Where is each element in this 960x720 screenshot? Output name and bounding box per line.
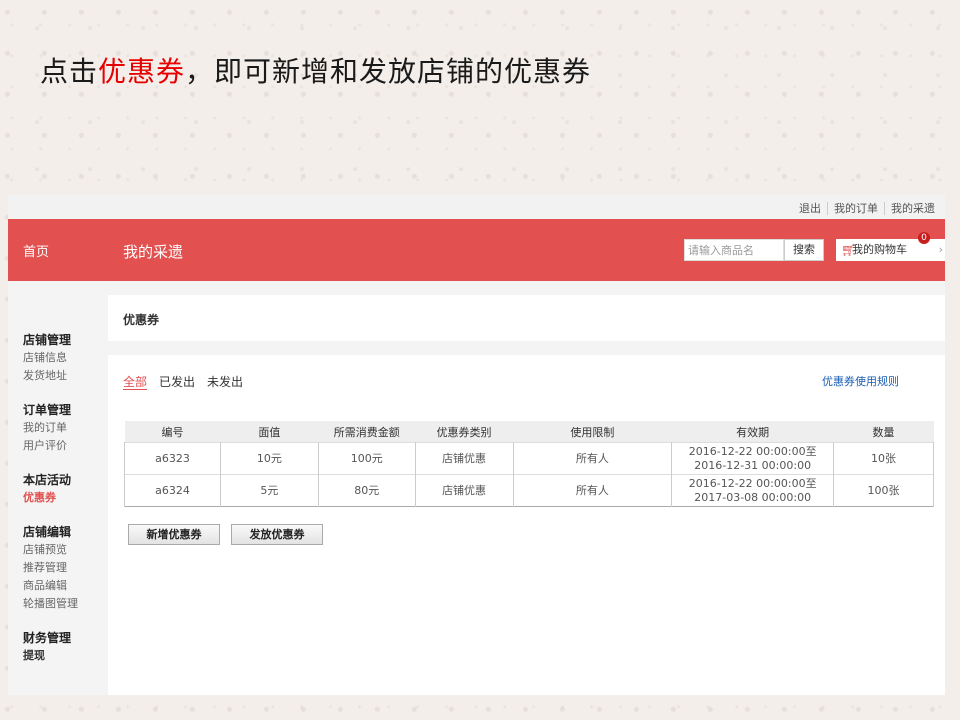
table-cell: a6323 xyxy=(124,442,221,475)
column-header: 所需消费金额 xyxy=(318,421,416,443)
tab-not-issued[interactable]: 未发出 xyxy=(207,375,243,389)
table-cell: 2016-12-22 00:00:00至2017-03-08 00:00:00 xyxy=(671,474,835,507)
table-cell: 2016-12-22 00:00:00至2016-12-31 00:00:00 xyxy=(671,442,835,475)
table-cell: 100元 xyxy=(317,442,416,475)
column-header: 编号 xyxy=(124,421,221,443)
table-cell: 所有人 xyxy=(512,474,673,507)
store-brand[interactable]: 我的采遗 xyxy=(123,241,183,262)
sidebar-group-store: 店铺管理 店铺信息 发货地址 xyxy=(23,331,71,385)
tab-issued[interactable]: 已发出 xyxy=(159,375,195,389)
column-header: 优惠券类别 xyxy=(415,421,513,443)
column-header: 数量 xyxy=(833,421,934,443)
my-store-link[interactable]: 我的采遗 xyxy=(884,202,941,215)
sidebar-group-edit: 店铺编辑 店铺预览 推荐管理 商品编辑 轮播图管理 xyxy=(23,523,78,613)
sidebar-item-product-edit[interactable]: 商品编辑 xyxy=(23,577,78,595)
sidebar-group-title: 店铺编辑 xyxy=(23,525,72,539)
search-button[interactable]: 搜索 xyxy=(784,239,824,261)
table-cell: 10元 xyxy=(219,442,319,475)
coupon-panel: 全部 已发出 未发出 优惠券使用规则 编号 面值 所需消费金额 优惠券类别 使用限制… xyxy=(108,355,945,695)
my-orders-link[interactable]: 我的订单 xyxy=(827,202,884,215)
table-row: a6323 10元 100元 店铺优惠 所有人 2016-12-22 00:00… xyxy=(124,442,934,475)
cart-count-badge: 0 xyxy=(918,232,930,244)
cart-icon: 🛒︎ xyxy=(841,243,857,257)
table-cell: 店铺优惠 xyxy=(414,474,514,507)
sidebar-item-shipping-address[interactable]: 发货地址 xyxy=(23,367,71,385)
sidebar-group-title: 本店活动 xyxy=(23,473,72,487)
table-cell: 所有人 xyxy=(512,442,673,475)
table-cell: 店铺优惠 xyxy=(414,442,514,475)
column-header: 面值 xyxy=(220,421,319,443)
cart-button[interactable]: 🛒︎ 我的购物车 0 › xyxy=(836,232,945,261)
sidebar-group-title: 店铺管理 xyxy=(23,333,72,347)
sidebar-group-title: 财务管理 xyxy=(23,631,72,645)
chevron-right-icon: › xyxy=(938,243,943,256)
table-cell: a6324 xyxy=(124,474,221,507)
sidebar-group-title: 订单管理 xyxy=(23,403,72,417)
coupon-rules-link[interactable]: 优惠券使用规则 xyxy=(822,373,899,389)
logout-link[interactable]: 退出 xyxy=(793,202,827,215)
issue-coupon-button[interactable]: 发放优惠券 xyxy=(231,524,323,545)
sidebar-group-orders: 订单管理 我的订单 用户评价 xyxy=(23,401,71,455)
column-header: 有效期 xyxy=(671,421,834,443)
sidebar-item-recommend[interactable]: 推荐管理 xyxy=(23,559,78,577)
home-link[interactable]: 首页 xyxy=(23,241,49,260)
add-coupon-button[interactable]: 新增优惠券 xyxy=(128,524,220,545)
slide-title-highlight: 优惠券 xyxy=(98,55,186,88)
sidebar-item-withdraw[interactable]: 提现 xyxy=(23,647,71,665)
table-header-row: 编号 面值 所需消费金额 优惠券类别 使用限制 有效期 数量 xyxy=(124,421,934,443)
slide-title: 点击优惠券，即可新增和发放店铺的优惠券 xyxy=(40,50,591,90)
sidebar-item-store-preview[interactable]: 店铺预览 xyxy=(23,541,78,559)
table-cell: 10张 xyxy=(833,442,934,475)
slide-title-prefix: 点击 xyxy=(40,55,99,88)
sidebar-item-coupons[interactable]: 优惠券 xyxy=(23,489,71,507)
table-cell: 5元 xyxy=(219,474,319,507)
content-header: 优惠券 xyxy=(108,295,945,341)
top-bar: 退出 我的订单 我的采遗 xyxy=(8,195,945,219)
page-title: 优惠券 xyxy=(123,313,160,327)
sidebar-item-my-orders[interactable]: 我的订单 xyxy=(23,419,71,437)
cart-label: 我的购物车 xyxy=(852,243,907,256)
slide-title-suffix: ，即可新增和发放店铺的优惠券 xyxy=(185,55,592,88)
column-header: 使用限制 xyxy=(513,421,672,443)
tab-all[interactable]: 全部 xyxy=(123,375,148,390)
coupon-tabs: 全部 已发出 未发出 xyxy=(123,373,255,390)
table-cell: 100张 xyxy=(833,474,934,507)
search-input[interactable]: 请输入商品名 xyxy=(684,239,784,261)
store-admin-screenshot: 退出 我的订单 我的采遗 首页 我的采遗 请输入商品名 搜索 🛒︎ 我的购物车 0 … xyxy=(8,195,945,695)
sidebar-item-reviews[interactable]: 用户评价 xyxy=(23,437,71,455)
sidebar-group-activities: 本店活动 优惠券 xyxy=(23,471,71,507)
sidebar: 店铺管理 店铺信息 发货地址 订单管理 我的订单 用户评价 本店活动 优惠券 店… xyxy=(8,281,108,695)
table-cell: 80元 xyxy=(317,474,416,507)
header-bar: 首页 我的采遗 请输入商品名 搜索 🛒︎ 我的购物车 0 › xyxy=(8,219,945,281)
sidebar-item-store-info[interactable]: 店铺信息 xyxy=(23,349,71,367)
sidebar-item-carousel[interactable]: 轮播图管理 xyxy=(23,595,78,613)
sidebar-group-finance: 财务管理 提现 xyxy=(23,629,71,665)
coupon-table: 编号 面值 所需消费金额 优惠券类别 使用限制 有效期 数量 a6323 10元… xyxy=(124,421,934,507)
table-row: a6324 5元 80元 店铺优惠 所有人 2016-12-22 00:00:0… xyxy=(124,474,934,507)
top-links: 退出 我的订单 我的采遗 xyxy=(793,200,941,216)
